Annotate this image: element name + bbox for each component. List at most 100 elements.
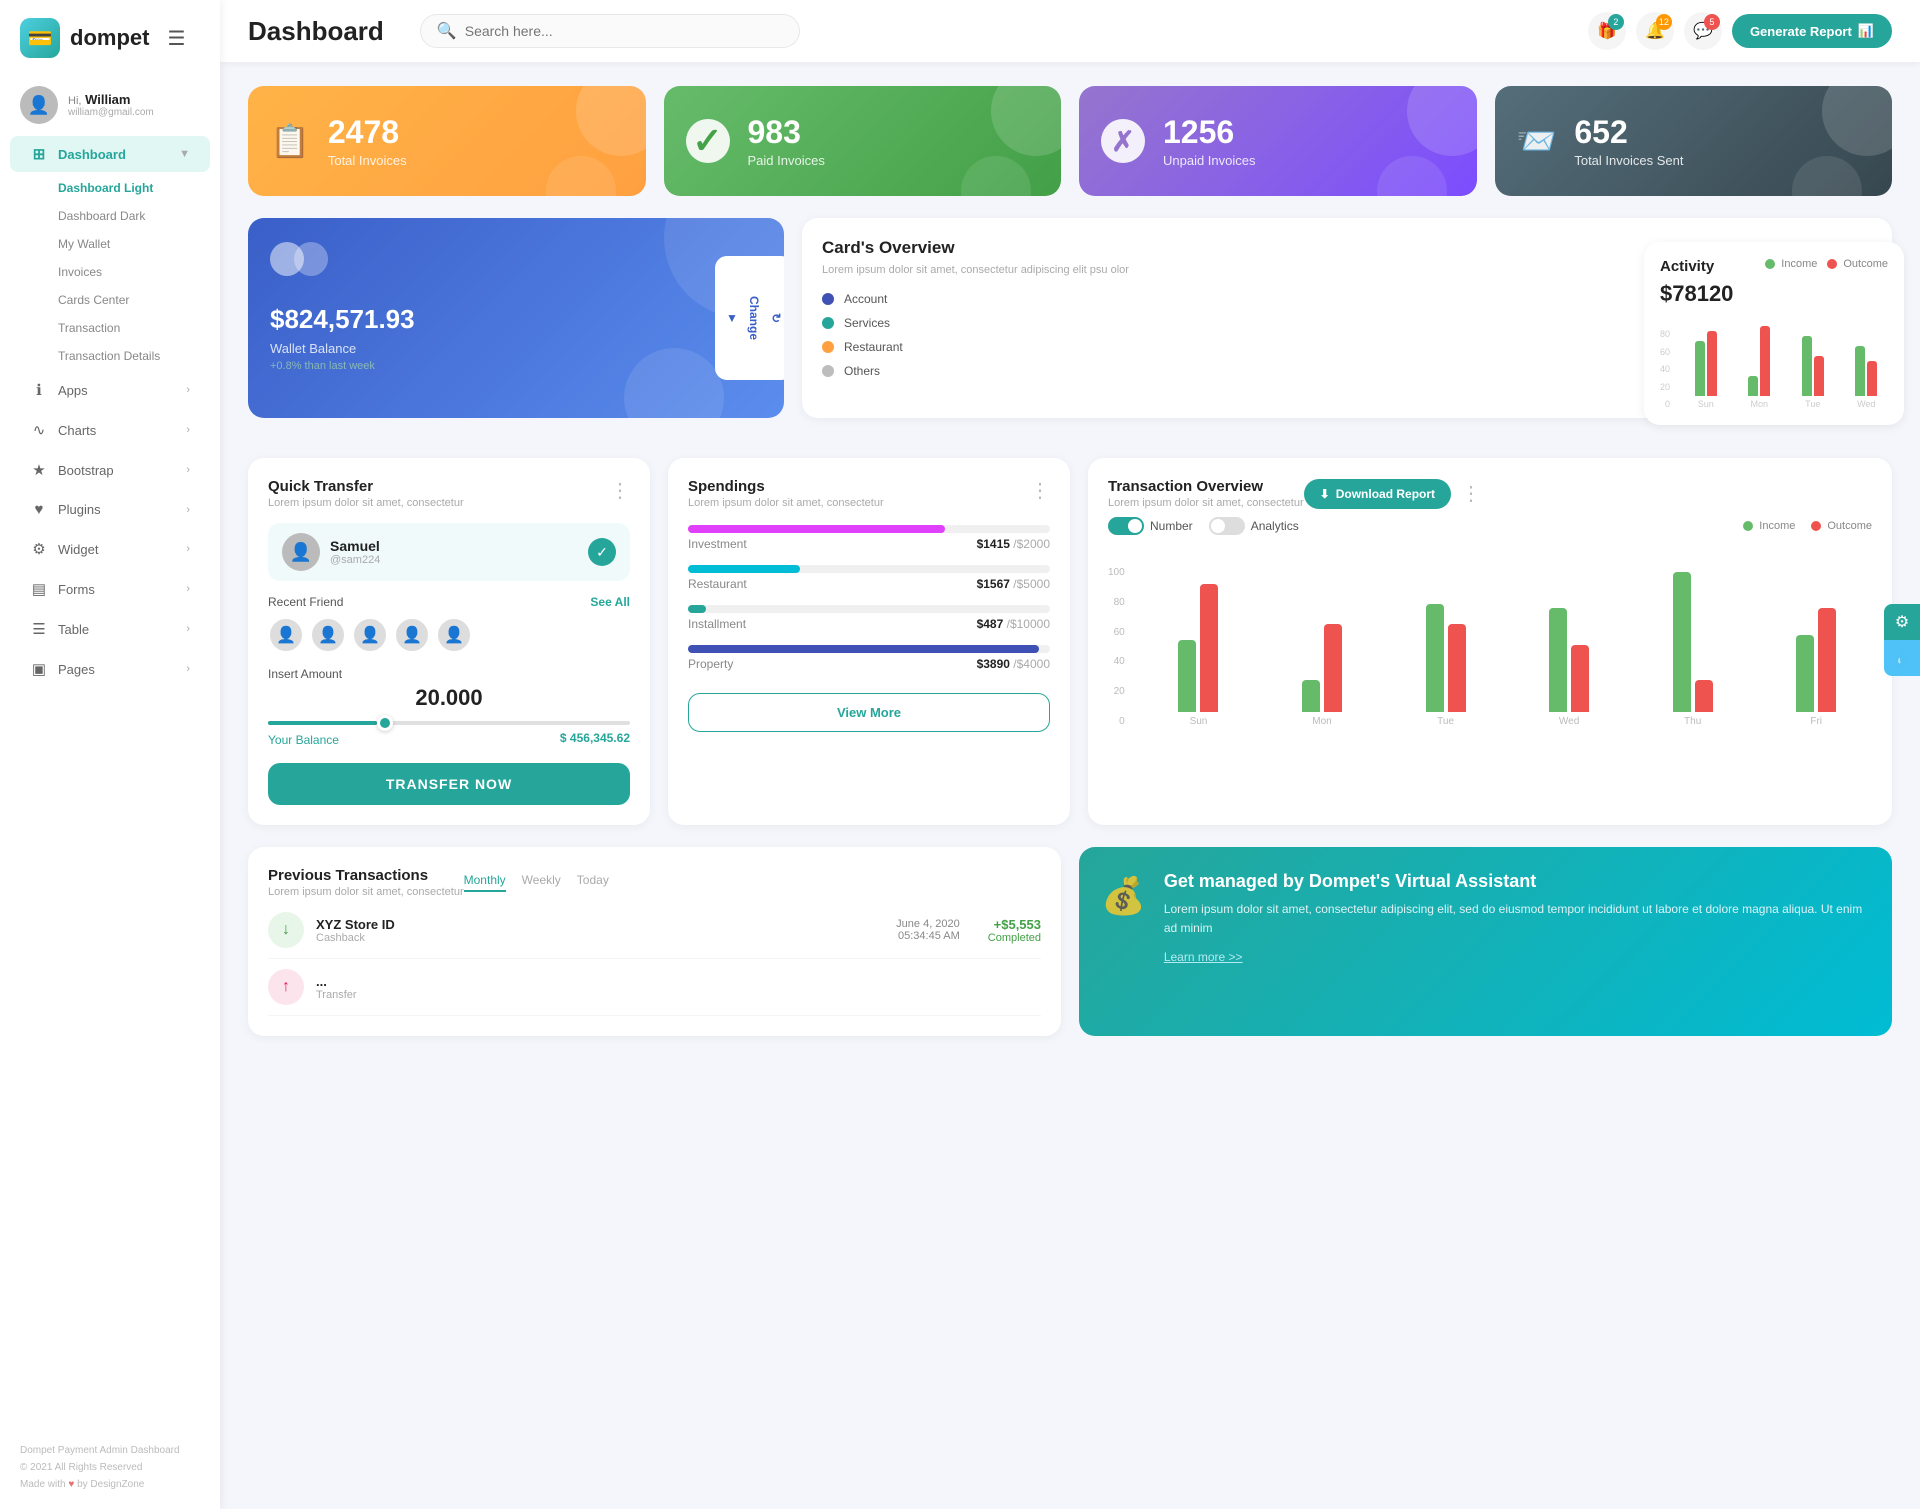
quick-transfer-description: Lorem ipsum dolor sit amet, consectetur	[268, 497, 464, 509]
sidebar-item-dashboard-light[interactable]: Dashboard Light	[10, 175, 210, 201]
plugins-icon: ♥	[30, 501, 48, 518]
check-icon: ✓	[588, 538, 616, 566]
search-input[interactable]	[465, 23, 783, 39]
income-legend-dot	[1765, 259, 1775, 269]
va-learn-more[interactable]: Learn more >>	[1164, 950, 1870, 964]
legend-services: Services 40%	[822, 316, 1696, 330]
prev-transactions-title: Previous Transactions	[268, 867, 464, 884]
to-day-mon: Mon	[1312, 716, 1331, 727]
logo-area: 💳 dompet ☰	[0, 0, 220, 74]
to-bar-sun-income	[1178, 640, 1196, 712]
sidebar-item-forms[interactable]: ▤ Forms ›	[10, 571, 210, 607]
refresh-icon: ↻	[769, 313, 783, 323]
restaurant-dot	[822, 341, 834, 353]
friend-avatar-3[interactable]: 👤	[352, 617, 388, 653]
more-options-icon[interactable]: ⋮	[610, 478, 630, 503]
selected-person[interactable]: 👤 Samuel @sam224 ✓	[268, 523, 630, 581]
activity-card: Activity Income Outcome $78120 806040200…	[1644, 242, 1904, 425]
sidebar-item-transaction[interactable]: Transaction	[10, 315, 210, 341]
transaction-overview-description: Lorem ipsum dolor sit amet, consectetur	[1108, 497, 1304, 509]
sidebar-item-bootstrap[interactable]: ★ Bootstrap ›	[10, 452, 210, 488]
chevron-right-icon: ›	[186, 663, 190, 675]
friend-avatar-1[interactable]: 👤	[268, 617, 304, 653]
spendings-more-icon[interactable]: ⋮	[1030, 478, 1050, 503]
sidebar-item-invoices[interactable]: Invoices	[10, 259, 210, 285]
see-all-button[interactable]: See All	[590, 595, 630, 609]
transfer-amount: 20.000	[268, 685, 630, 711]
unpaid-invoices-number: 1256	[1163, 114, 1256, 151]
to-bar-group-tue: Tue	[1390, 604, 1502, 727]
sidebar-item-dashboard[interactable]: ⊞ Dashboard ▼	[10, 136, 210, 172]
friend-avatar-2[interactable]: 👤	[310, 617, 346, 653]
transaction-amount: +$5,553	[988, 917, 1041, 932]
sidebar-item-table[interactable]: ☰ Table ›	[10, 611, 210, 647]
transfer-now-button[interactable]: TRANSFER NOW	[268, 763, 630, 805]
gift-button[interactable]: 🎁2	[1588, 12, 1626, 50]
slider-fill	[268, 721, 377, 725]
change-button[interactable]: ↻ Change ▼	[715, 256, 784, 380]
sidebar-item-apps[interactable]: ℹ Apps ›	[10, 372, 210, 408]
slider-thumb[interactable]	[377, 715, 393, 731]
sidebar-item-cards-center[interactable]: Cards Center	[10, 287, 210, 313]
total-sent-icon: 📨	[1517, 122, 1557, 160]
total-sent-number: 652	[1574, 114, 1683, 151]
previous-transactions-card: Previous Transactions Lorem ipsum dolor …	[248, 847, 1061, 1036]
friends-list: 👤 👤 👤 👤 👤	[268, 617, 630, 653]
prev-transaction-tabs: Monthly Weekly Today	[464, 873, 609, 892]
header: Dashboard 🔍 🎁2 🔔12 💬5 Generate Report 📊	[220, 0, 1920, 62]
prev-transactions-header: Previous Transactions Lorem ipsum dolor …	[268, 867, 1041, 898]
bell-button[interactable]: 🔔12	[1636, 12, 1674, 50]
to-bar-group-fri: Fri	[1760, 608, 1872, 727]
generate-report-button[interactable]: Generate Report 📊	[1732, 14, 1892, 48]
pages-icon: ▣	[30, 660, 48, 678]
sidebar-item-charts[interactable]: ∿ Charts ›	[10, 412, 210, 448]
sidebar-item-transaction-details[interactable]: Transaction Details	[10, 343, 210, 369]
friend-avatar-4[interactable]: 👤	[394, 617, 430, 653]
paid-invoices-icon: ✓	[686, 119, 730, 163]
unpaid-invoices-icon: ✗	[1101, 119, 1145, 163]
forms-icon: ▤	[30, 580, 48, 598]
page-title: Dashboard	[248, 16, 384, 47]
download-report-button[interactable]: ⬇ Download Report	[1304, 479, 1451, 509]
table-row: ↓ XYZ Store ID Cashback June 4, 2020 05:…	[268, 902, 1041, 959]
sidebar-item-my-wallet[interactable]: My Wallet	[10, 231, 210, 257]
account-dot	[822, 293, 834, 305]
tab-monthly[interactable]: Monthly	[464, 873, 506, 892]
settings-button[interactable]: ⚙	[1884, 604, 1920, 640]
sidebar-item-widget[interactable]: ⚙ Widget ›	[10, 531, 210, 567]
quick-transfer-title: Quick Transfer	[268, 478, 464, 495]
spendings-title: Spendings	[688, 478, 884, 495]
friend-avatar-5[interactable]: 👤	[436, 617, 472, 653]
wallet-card: $824,571.93 Wallet Balance +0.8% than la…	[248, 218, 784, 418]
number-toggle[interactable]	[1108, 517, 1144, 535]
tab-today[interactable]: Today	[577, 873, 609, 892]
to-day-thu: Thu	[1684, 716, 1701, 727]
sidebar-item-plugins[interactable]: ♥ Plugins ›	[10, 492, 210, 527]
to-more-icon[interactable]: ⋮	[1461, 481, 1481, 506]
analytics-toggle-label: Analytics	[1209, 517, 1299, 535]
to-bar-group-wed: Wed	[1513, 608, 1625, 727]
transaction-overview-title: Transaction Overview	[1108, 478, 1304, 495]
income-dot	[1743, 521, 1753, 531]
outcome-legend-dot	[1827, 259, 1837, 269]
chat-button[interactable]: 💬5	[1684, 12, 1722, 50]
sidebar-item-pages[interactable]: ▣ Pages ›	[10, 651, 210, 687]
apps-icon: ℹ	[30, 381, 48, 399]
stat-card-total-sent: 📨 652 Total Invoices Sent	[1495, 86, 1893, 196]
chevron-right-icon: ›	[186, 464, 190, 476]
amount-slider[interactable]	[268, 721, 630, 725]
theme-button[interactable]: 💧	[1884, 640, 1920, 676]
to-bar-sun-outcome	[1200, 584, 1218, 712]
user-email: william@gmail.com	[68, 107, 154, 118]
sidebar-item-dashboard-dark[interactable]: Dashboard Dark	[10, 203, 210, 229]
hamburger-icon[interactable]: ☰	[167, 26, 185, 51]
tab-weekly[interactable]: Weekly	[522, 873, 561, 892]
user-name: Hi, William	[68, 92, 154, 107]
analytics-toggle[interactable]	[1209, 517, 1245, 535]
activity-title: Activity	[1660, 258, 1714, 275]
stat-card-unpaid-invoices: ✗ 1256 Unpaid Invoices	[1079, 86, 1477, 196]
card-overview-description: Lorem ipsum dolor sit amet, consectetur …	[822, 264, 1696, 276]
view-more-button[interactable]: View More	[688, 693, 1050, 732]
search-bar[interactable]: 🔍	[420, 14, 800, 48]
spending-property: Property $3890 /$4000	[688, 645, 1050, 671]
